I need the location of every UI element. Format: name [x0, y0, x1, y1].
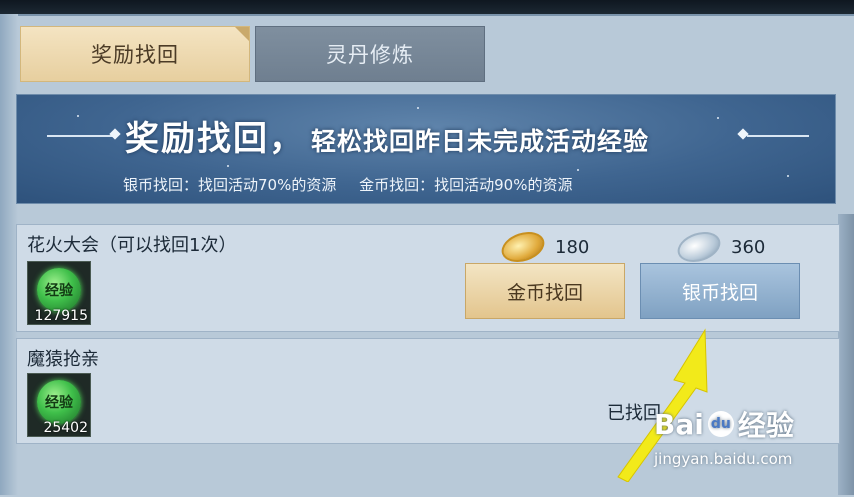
baidu-watermark: Bai du 经验 jingyan.baidu.com [654, 404, 794, 469]
exp-orb-icon: 经验 [37, 380, 81, 424]
paw-icon: du [707, 411, 734, 437]
exp-orb-label: 经验 [45, 283, 73, 299]
exp-item-icon[interactable]: 经验 127915 [27, 261, 91, 325]
exp-item-icon[interactable]: 经验 25402 [27, 373, 91, 437]
paw-text: du [710, 416, 731, 432]
banner-right-line [747, 135, 809, 137]
panel-right-ornament [838, 214, 854, 495]
recovery-banner: 奖励找回， 轻松找回昨日未完成活动经验 银币找回：找回活动70%的资源 金币找回… [16, 94, 836, 204]
silver-cost: 360 [673, 226, 766, 268]
activity-title: 花火大会（可以找回1次） [27, 235, 237, 256]
silver-recover-button[interactable]: 银币找回 [640, 263, 800, 319]
baidu-logo: Bai du 经验 [654, 404, 794, 444]
banner-subtitle: 轻松找回昨日未完成活动经验 [311, 127, 650, 156]
window-top-bar [0, 0, 854, 14]
banner-left-line [47, 135, 117, 137]
exp-orb-icon: 经验 [37, 268, 81, 312]
baidu-logo-suffix: 经验 [737, 409, 794, 442]
banner-heading: 奖励找回， 轻松找回昨日未完成活动经验 [125, 111, 765, 160]
exp-orb-label: 经验 [45, 395, 73, 411]
activity-row-fireworks: 花火大会（可以找回1次） 经验 127915 180 360 金币找回 银币找回 [16, 224, 840, 332]
banner-description: 银币找回：找回活动70%的资源 金币找回：找回活动90%的资源 [123, 174, 572, 195]
gold-cost: 180 [497, 226, 590, 268]
banner-title: 奖励找回， [125, 119, 305, 159]
exp-amount: 25402 [43, 420, 88, 436]
tab-reward-recovery[interactable]: 奖励找回 [20, 26, 250, 82]
star-decoration [577, 169, 579, 171]
gold-coin-icon [497, 226, 549, 268]
baidu-logo-text: Bai [654, 407, 704, 441]
silver-cost-value: 360 [731, 236, 766, 258]
banner-left-diamond [109, 128, 121, 140]
tab-elixir-training[interactable]: 灵丹修炼 [255, 26, 485, 82]
star-decoration [787, 175, 789, 177]
exp-amount: 127915 [34, 308, 88, 324]
gold-recovery-desc: 金币找回：找回活动90%的资源 [359, 176, 573, 194]
silver-coin-icon [673, 226, 725, 268]
gold-cost-value: 180 [555, 236, 590, 258]
activity-title: 魔猿抢亲 [27, 349, 99, 370]
star-decoration [77, 115, 79, 117]
star-decoration [227, 165, 229, 167]
silver-recovery-desc: 银币找回：找回活动70%的资源 [123, 176, 337, 194]
gold-recover-button[interactable]: 金币找回 [465, 263, 625, 319]
watermark-url: jingyan.baidu.com [654, 450, 793, 468]
star-decoration [417, 107, 419, 109]
